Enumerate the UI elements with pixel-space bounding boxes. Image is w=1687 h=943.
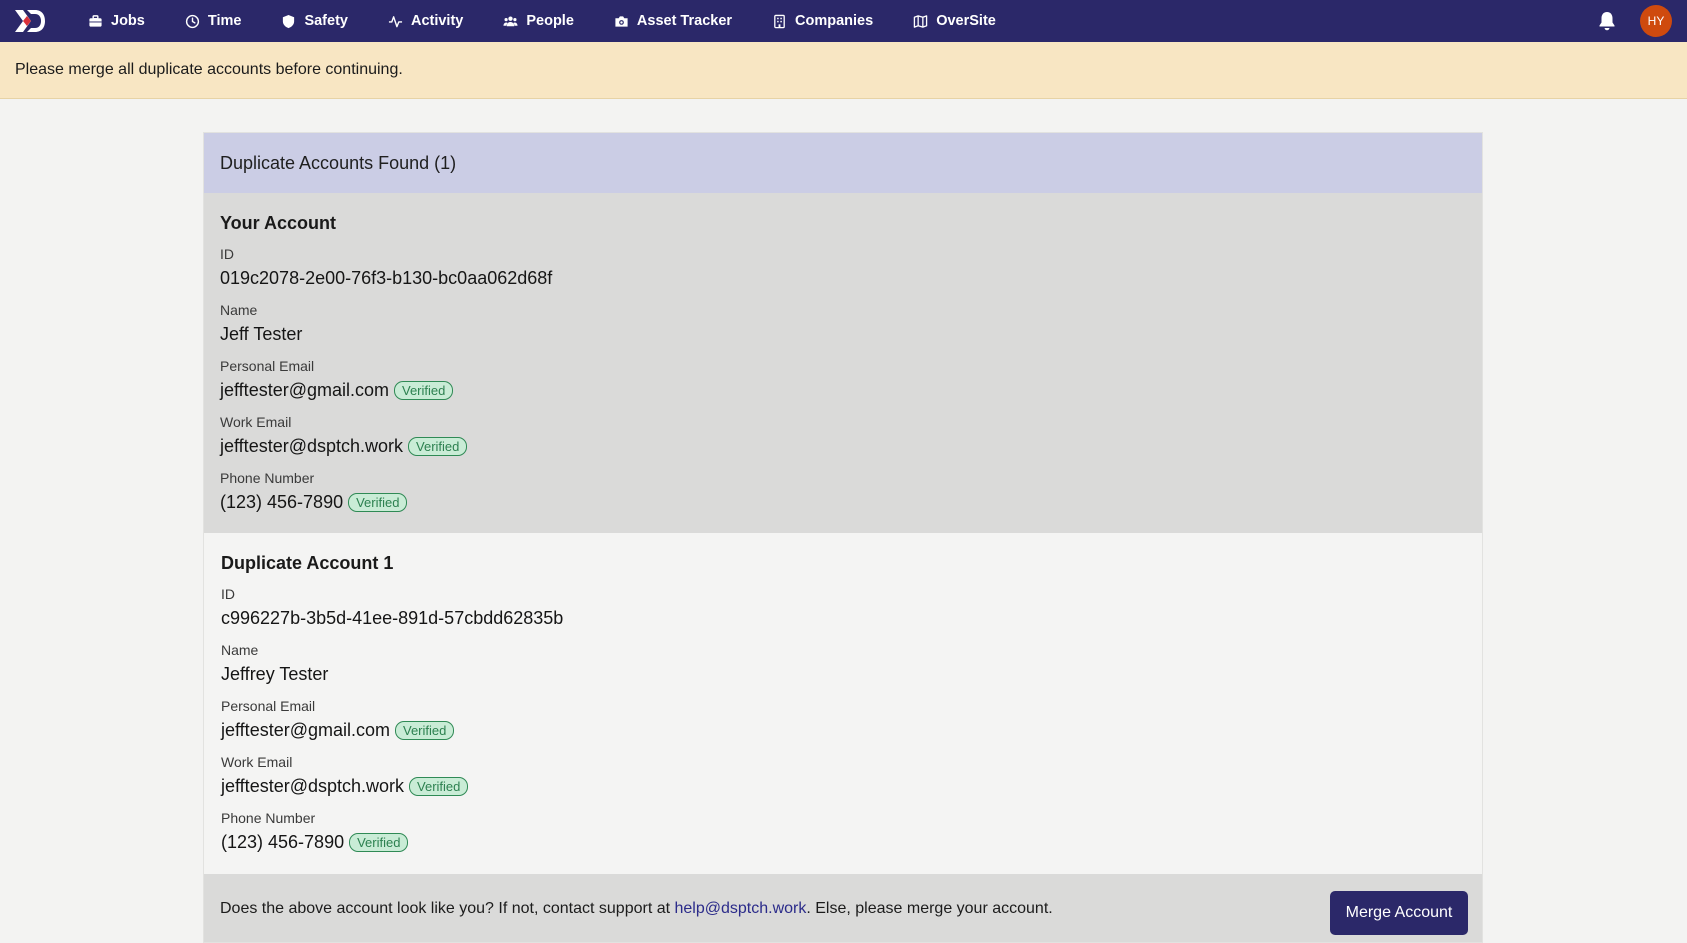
nav-label-jobs: Jobs bbox=[111, 13, 145, 29]
personal-email-label: Personal Email bbox=[221, 698, 316, 714]
your-account-section: Your Account ID 019c2078-2e00-76f3-b130-… bbox=[204, 193, 1482, 533]
verified-badge: Verified bbox=[395, 720, 455, 740]
work-email-text: jefftester@dsptch.work bbox=[221, 776, 405, 796]
people-icon bbox=[503, 16, 518, 26]
personal-email-field: Personal Email jefftester@gmail.com Veri… bbox=[221, 697, 1466, 753]
name-field: Name Jeffrey Tester bbox=[221, 641, 1466, 697]
duplicate-account-section: Duplicate Account 1 ID c996227b-3b5d-41e… bbox=[204, 533, 1482, 873]
verified-badge: Verified bbox=[409, 776, 469, 796]
nav-label-people: People bbox=[526, 13, 574, 29]
verified-badge: Verified bbox=[394, 380, 454, 400]
nav-item-asset-tracker[interactable]: Asset Tracker bbox=[614, 13, 732, 29]
footer-text-before: Does the above account look like you? If… bbox=[220, 900, 675, 917]
personal-email-label: Personal Email bbox=[220, 358, 315, 374]
nav-item-oversite[interactable]: OverSite bbox=[913, 13, 996, 29]
nav-label-asset-tracker: Asset Tracker bbox=[636, 13, 733, 29]
id-label: ID bbox=[221, 586, 235, 602]
phone-text: (123) 456-7890 bbox=[221, 832, 345, 852]
clock-icon bbox=[185, 14, 199, 28]
personal-email-value: jefftester@gmail.com Verified bbox=[220, 376, 1466, 404]
name-value: Jeff Tester bbox=[220, 320, 1466, 348]
personal-email-text: jefftester@gmail.com bbox=[221, 720, 390, 740]
camera-icon bbox=[615, 15, 628, 27]
building-icon bbox=[774, 14, 785, 28]
merge-footer: Does the above account look like you? If… bbox=[204, 874, 1482, 942]
dsptch-logo-icon[interactable] bbox=[13, 7, 47, 35]
work-email-value: jefftester@dsptch.work Verified bbox=[220, 432, 1466, 460]
user-avatar[interactable]: HY bbox=[1640, 5, 1672, 37]
name-label: Name bbox=[220, 302, 258, 318]
work-email-field: Work Email jefftester@dsptch.work Verifi… bbox=[220, 413, 1466, 469]
nav-item-jobs[interactable]: Jobs bbox=[88, 13, 145, 29]
work-email-value: jefftester@dsptch.work Verified bbox=[221, 772, 1466, 800]
notification-bell-icon[interactable] bbox=[1597, 10, 1617, 32]
nav-label-activity: Activity bbox=[410, 13, 464, 29]
id-text: c996227b-3b5d-41ee-891d-57cbdd62835b bbox=[221, 608, 564, 628]
name-label: Name bbox=[221, 642, 259, 658]
name-value: Jeffrey Tester bbox=[221, 660, 1466, 688]
main-nav: Jobs Time Safety Activity People Asset T… bbox=[88, 0, 1036, 42]
activity-icon bbox=[388, 15, 403, 27]
card-title: Duplicate Accounts Found (1) bbox=[220, 152, 457, 173]
nav-item-time[interactable]: Time bbox=[185, 13, 242, 29]
nav-item-people[interactable]: People bbox=[503, 13, 574, 29]
id-field: ID 019c2078-2e00-76f3-b130-bc0aa062d68f bbox=[220, 245, 1466, 301]
personal-email-field: Personal Email jefftester@gmail.com Veri… bbox=[220, 357, 1466, 413]
verified-badge: Verified bbox=[348, 492, 408, 512]
phone-value: (123) 456-7890 Verified bbox=[221, 828, 1466, 856]
id-text: 019c2078-2e00-76f3-b130-bc0aa062d68f bbox=[220, 268, 553, 288]
name-field: Name Jeff Tester bbox=[220, 301, 1466, 357]
personal-email-text: jefftester@gmail.com bbox=[220, 380, 389, 400]
support-email-link[interactable]: help@dsptch.work bbox=[675, 900, 807, 917]
merge-account-button[interactable]: Merge Account bbox=[1330, 891, 1468, 935]
footer-text-after: . Else, please merge your account. bbox=[806, 900, 1053, 917]
duplicate-accounts-card: Duplicate Accounts Found (1) Your Accoun… bbox=[203, 132, 1483, 943]
phone-value: (123) 456-7890 Verified bbox=[220, 488, 1466, 516]
name-text: Jeffrey Tester bbox=[221, 664, 329, 684]
phone-field: Phone Number (123) 456-7890 Verified bbox=[220, 469, 1466, 525]
phone-text: (123) 456-7890 bbox=[220, 492, 344, 512]
banner-message: Please merge all duplicate accounts befo… bbox=[15, 61, 403, 78]
phone-label: Phone Number bbox=[220, 470, 315, 486]
phone-label: Phone Number bbox=[221, 810, 316, 826]
card-header: Duplicate Accounts Found (1) bbox=[204, 133, 1482, 193]
merge-warning-banner: Please merge all duplicate accounts befo… bbox=[0, 42, 1687, 99]
work-email-field: Work Email jefftester@dsptch.work Verifi… bbox=[221, 753, 1466, 809]
id-value: 019c2078-2e00-76f3-b130-bc0aa062d68f bbox=[220, 264, 1466, 292]
verified-badge: Verified bbox=[408, 436, 468, 456]
id-label: ID bbox=[220, 246, 234, 262]
duplicate-account-heading: Duplicate Account 1 bbox=[221, 553, 394, 573]
nav-item-companies[interactable]: Companies bbox=[772, 13, 873, 29]
nav-label-companies: Companies bbox=[795, 13, 874, 29]
top-navbar: Jobs Time Safety Activity People Asset T… bbox=[0, 0, 1687, 42]
nav-item-activity[interactable]: Activity bbox=[388, 13, 463, 29]
id-value: c996227b-3b5d-41ee-891d-57cbdd62835b bbox=[221, 604, 1466, 632]
nav-label-time: Time bbox=[207, 13, 242, 29]
name-text: Jeff Tester bbox=[220, 324, 303, 344]
avatar-initials: HY bbox=[1647, 14, 1665, 28]
nav-label-safety: Safety bbox=[304, 13, 348, 29]
footer-message: Does the above account look like you? If… bbox=[220, 900, 1053, 918]
work-email-label: Work Email bbox=[220, 414, 292, 430]
phone-field: Phone Number (123) 456-7890 Verified bbox=[221, 809, 1466, 865]
verified-badge: Verified bbox=[349, 832, 409, 852]
your-account-heading: Your Account bbox=[220, 213, 336, 233]
nav-item-safety[interactable]: Safety bbox=[281, 13, 348, 29]
personal-email-value: jefftester@gmail.com Verified bbox=[221, 716, 1466, 744]
shield-icon bbox=[283, 14, 295, 28]
briefcase-icon bbox=[89, 14, 102, 27]
id-field: ID c996227b-3b5d-41ee-891d-57cbdd62835b bbox=[221, 585, 1466, 641]
map-icon bbox=[913, 14, 928, 28]
work-email-text: jefftester@dsptch.work bbox=[220, 436, 404, 456]
nav-label-oversite: OverSite bbox=[936, 13, 996, 29]
work-email-label: Work Email bbox=[221, 754, 293, 770]
